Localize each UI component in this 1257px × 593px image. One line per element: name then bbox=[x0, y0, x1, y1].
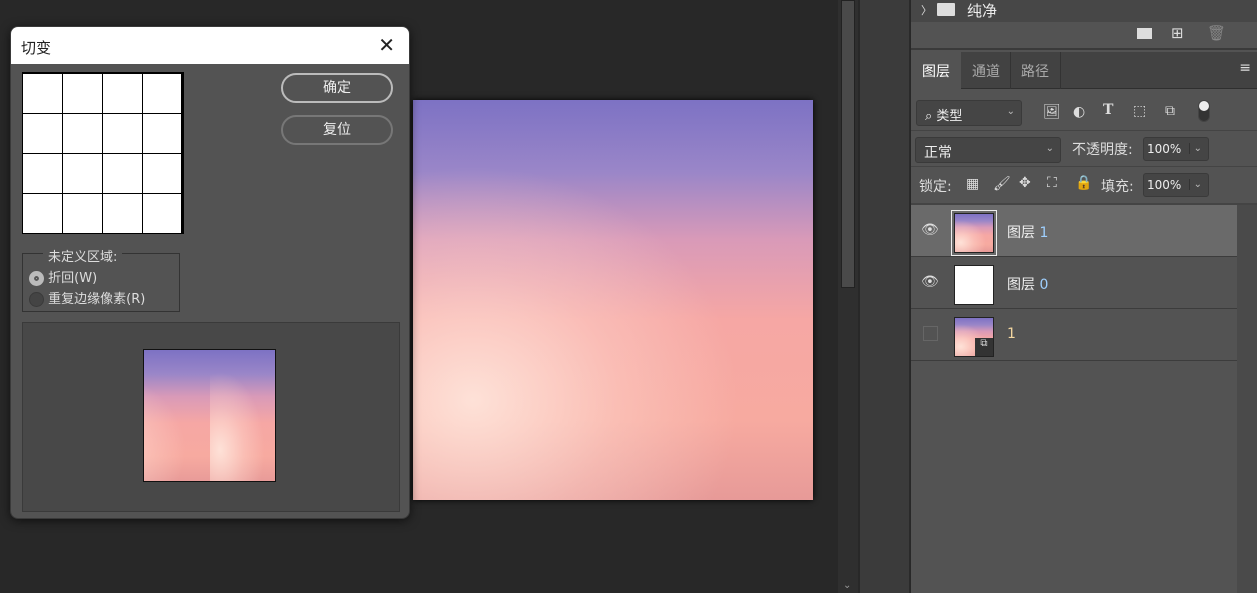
smart-object-filter-icon[interactable]: ⧉ bbox=[1165, 103, 1175, 119]
lock-paint-icon[interactable]: 🖌 bbox=[993, 176, 1011, 192]
preview-image bbox=[143, 349, 276, 482]
type-filter-icon[interactable]: T bbox=[1103, 102, 1113, 118]
layer-thumbnail: ⧉ bbox=[954, 317, 994, 357]
new-item-icon[interactable]: ⊞ bbox=[1171, 24, 1184, 42]
opacity-label: 不透明度: bbox=[1072, 142, 1133, 158]
blend-mode-select[interactable]: 正常 ⌄ bbox=[915, 137, 1061, 163]
lock-label: 锁定: bbox=[919, 179, 952, 195]
scroll-thumb[interactable] bbox=[841, 0, 855, 288]
radio-repeat[interactable]: 重复边缘像素(R) bbox=[29, 288, 145, 307]
filter-type-select[interactable]: ⌕ 类型 ⌄ bbox=[916, 100, 1022, 126]
layer-row-layer-1[interactable]: 👁 图层 1 bbox=[911, 205, 1237, 257]
opacity-value: 100% bbox=[1147, 142, 1182, 156]
undefined-area-group: 未定义区域: 折回(W) 重复边缘像素(R) bbox=[22, 246, 180, 312]
shear-curve-grid[interactable] bbox=[22, 72, 184, 234]
radio-wrap[interactable]: 折回(W) bbox=[29, 267, 97, 286]
blend-mode-value: 正常 bbox=[924, 145, 952, 161]
trash-icon[interactable]: 🗑 bbox=[1207, 24, 1226, 42]
lock-artboard-icon[interactable]: ⛶ bbox=[1047, 175, 1057, 191]
radio-repeat-button[interactable] bbox=[29, 292, 44, 307]
shape-filter-icon[interactable]: ⬚ bbox=[1133, 103, 1146, 119]
layer-thumbnail bbox=[951, 210, 997, 256]
folder-icon bbox=[937, 3, 955, 16]
visibility-checkbox[interactable] bbox=[923, 326, 938, 341]
lock-position-icon[interactable]: ✥ bbox=[1019, 175, 1031, 191]
chevron-down-icon: ⌄ bbox=[1006, 106, 1015, 117]
swatch-footer: ⊞ 🗑 bbox=[911, 22, 1257, 50]
document-canvas[interactable] bbox=[413, 100, 813, 500]
adjustment-filter-icon[interactable]: ◐ bbox=[1073, 104, 1085, 120]
close-icon[interactable]: ✕ bbox=[378, 33, 395, 57]
radio-repeat-label[interactable]: 重复边缘像素(R) bbox=[48, 292, 145, 307]
layer-row-smart-1[interactable]: ⧉ 1 bbox=[911, 309, 1237, 361]
fill-input[interactable]: 100% ⌄ bbox=[1143, 173, 1209, 197]
layers-scrollbar[interactable] bbox=[1237, 205, 1257, 593]
group-label: 未定义区域: bbox=[43, 246, 123, 265]
filter-label: 类型 bbox=[936, 109, 963, 124]
canvas-scrollbar[interactable]: ⌄ bbox=[838, 0, 858, 593]
group-row[interactable]: 〉 纯净 bbox=[911, 0, 1257, 22]
layer-name[interactable]: 图层 1 bbox=[1007, 222, 1048, 242]
ok-button[interactable]: 确定 bbox=[281, 73, 393, 103]
fill-label: 填充: bbox=[1101, 179, 1134, 195]
panel-tabs: 图层 通道 路径 ≡ bbox=[911, 52, 1257, 89]
search-icon: ⌕ bbox=[925, 109, 933, 124]
layer-name[interactable]: 图层 0 bbox=[1007, 274, 1048, 294]
tab-channels[interactable]: 通道 bbox=[961, 52, 1011, 89]
radio-wrap-button[interactable] bbox=[29, 271, 44, 286]
expand-chevron-icon[interactable]: 〉 bbox=[921, 2, 932, 18]
lock-all-icon[interactable]: 🔒 bbox=[1075, 175, 1092, 191]
layers-panel: 〉 纯净 ⊞ 🗑 图层 通道 路径 ≡ ⌕ 类型 ⌄ 🖼 ◐ T ⬚ ⧉ 正常 ⌄ … bbox=[911, 0, 1257, 593]
shear-dialog: 切变 ✕ 确定 复位 未定义区域: 折回(W) 重复边缘像素(R) bbox=[10, 26, 410, 519]
lock-transparent-icon[interactable]: ▦ bbox=[966, 176, 979, 192]
chevron-down-icon[interactable]: ⌄ bbox=[1188, 179, 1202, 190]
preview-area[interactable] bbox=[22, 322, 400, 512]
fill-value: 100% bbox=[1147, 178, 1182, 192]
group-name: 纯净 bbox=[967, 2, 998, 20]
filter-toggle[interactable] bbox=[1198, 100, 1210, 122]
layer-name[interactable]: 1 bbox=[1007, 326, 1016, 342]
layer-thumbnail bbox=[954, 265, 994, 305]
dialog-title: 切变 bbox=[21, 39, 52, 57]
shear-line[interactable] bbox=[181, 73, 184, 233]
panel-menu-icon[interactable]: ≡ bbox=[1239, 60, 1251, 76]
new-group-icon[interactable] bbox=[1137, 28, 1152, 39]
chevron-down-icon[interactable]: ⌄ bbox=[1188, 143, 1202, 154]
visibility-eye-icon[interactable]: 👁 bbox=[921, 222, 939, 238]
dialog-titlebar: 切变 bbox=[11, 27, 409, 64]
smart-object-icon: ⧉ bbox=[975, 338, 993, 356]
opacity-input[interactable]: 100% ⌄ bbox=[1143, 137, 1209, 161]
visibility-eye-icon[interactable]: 👁 bbox=[921, 274, 939, 290]
scroll-down-icon[interactable]: ⌄ bbox=[843, 580, 851, 591]
reset-button[interactable]: 复位 bbox=[281, 115, 393, 145]
radio-wrap-label[interactable]: 折回(W) bbox=[48, 271, 97, 286]
pixel-filter-icon[interactable]: 🖼 bbox=[1043, 104, 1061, 120]
tab-paths[interactable]: 路径 bbox=[1011, 52, 1061, 89]
panel-dock bbox=[860, 0, 910, 593]
layer-row-layer-0[interactable]: 👁 图层 0 bbox=[911, 257, 1237, 309]
chevron-down-icon: ⌄ bbox=[1045, 143, 1054, 154]
tab-layers[interactable]: 图层 bbox=[911, 52, 961, 89]
